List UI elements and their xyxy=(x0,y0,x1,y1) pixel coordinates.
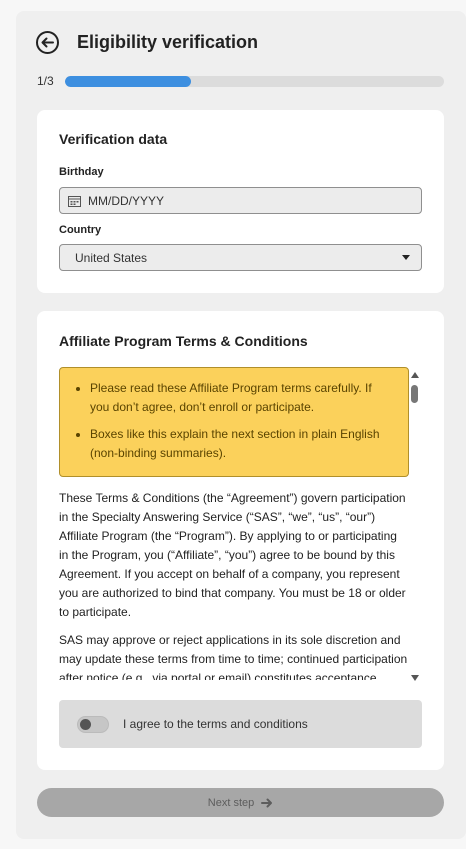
next-step-label: Next step xyxy=(207,796,255,809)
verification-title: Verification data xyxy=(59,131,168,147)
calendar-icon xyxy=(68,195,81,207)
summary-note-item: Please read these Affiliate Program term… xyxy=(90,379,394,417)
country-value: United States xyxy=(75,250,148,265)
back-button[interactable] xyxy=(36,31,59,54)
step-counter: 1/3 xyxy=(37,74,54,88)
birthday-placeholder: MM/DD/YYYY xyxy=(88,193,165,208)
terms-paragraph: SAS may approve or reject applications i… xyxy=(59,633,408,680)
progress-indicator: 1/3 xyxy=(37,73,444,89)
arrow-right-icon xyxy=(261,798,273,807)
terms-scroll-area[interactable]: Please read these Affiliate Program term… xyxy=(59,367,409,680)
progress-fill xyxy=(65,75,192,87)
toggle-knob xyxy=(80,718,91,730)
next-step-button[interactable]: Next step xyxy=(37,788,444,817)
country-select[interactable]: United States xyxy=(59,244,422,271)
scroll-down-icon[interactable] xyxy=(411,675,419,681)
agree-row: I agree to the terms and conditions xyxy=(59,700,422,748)
terms-scrollbar[interactable] xyxy=(409,368,421,681)
terms-title: Affiliate Program Terms & Conditions xyxy=(59,333,308,349)
agree-label[interactable]: I agree to the terms and conditions xyxy=(123,717,308,731)
scroll-up-icon[interactable] xyxy=(411,372,419,378)
page-title: Eligibility verification xyxy=(77,32,259,52)
arrow-left-circle-icon xyxy=(41,37,54,48)
progress-track xyxy=(65,75,444,87)
page-header: Eligibility verification xyxy=(36,31,258,54)
birthday-label: Birthday xyxy=(59,166,104,178)
agree-toggle[interactable] xyxy=(77,715,109,733)
terms-card: Affiliate Program Terms & Conditions Ple… xyxy=(37,311,444,770)
country-label: Country xyxy=(59,224,102,236)
summary-note: Please read these Affiliate Program term… xyxy=(59,367,409,477)
verification-card: Verification data Birthday MM/DD/YYYY Co… xyxy=(37,110,444,293)
terms-paragraph: These Terms & Conditions (the “Agreement… xyxy=(59,491,406,619)
birthday-input[interactable]: MM/DD/YYYY xyxy=(59,187,422,214)
summary-note-item: Boxes like this explain the next section… xyxy=(90,425,394,463)
chevron-down-icon xyxy=(402,255,410,260)
scrollbar-thumb[interactable] xyxy=(411,385,418,403)
